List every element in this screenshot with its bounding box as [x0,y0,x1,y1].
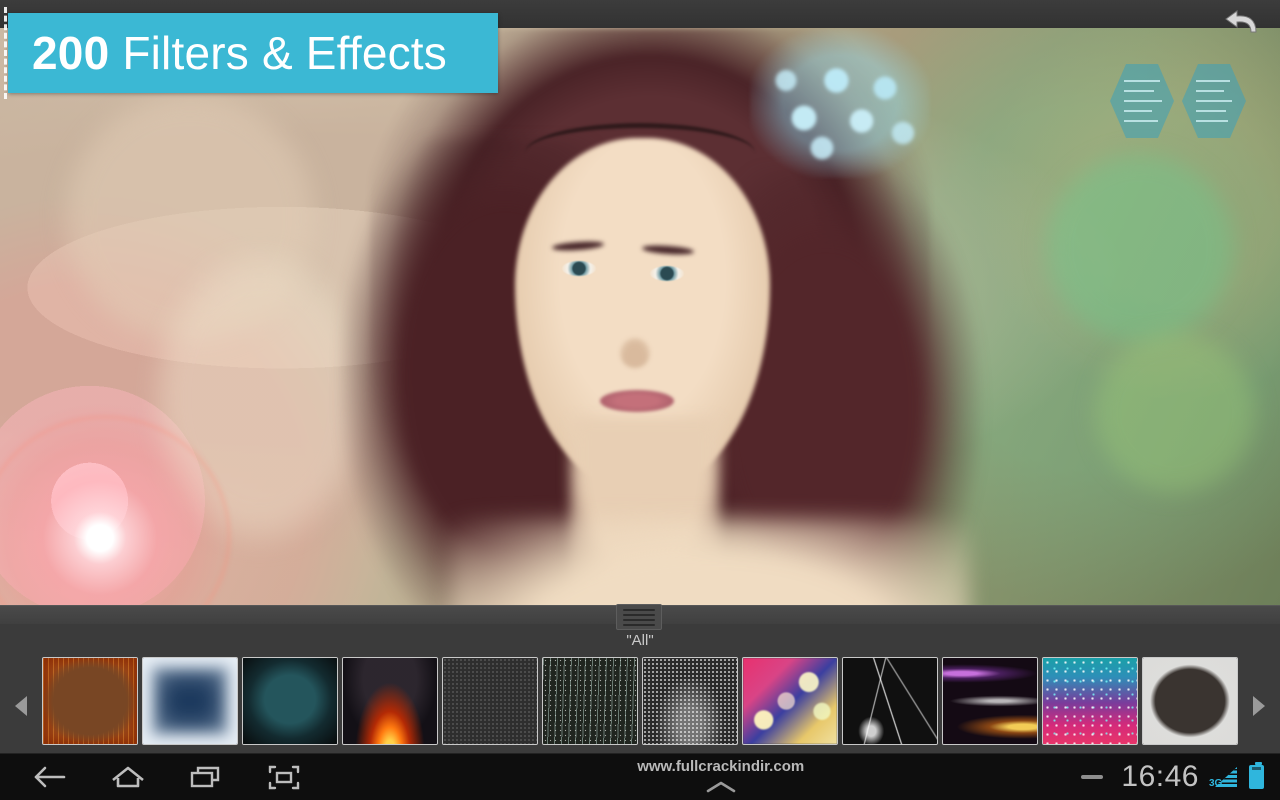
back-button[interactable] [22,757,78,797]
back-arrow-icon [34,766,66,788]
flower-hairpiece [750,28,930,178]
filter-thumb-rust-frame[interactable] [42,657,138,745]
screenshot-button[interactable] [256,757,312,797]
filter-thumb-lightning-cracks[interactable] [842,657,938,745]
filter-thumb-teal-vignette[interactable] [242,657,338,745]
banner-text: 200 Filters & Effects [8,26,447,80]
filter-thumb-rain-streaks[interactable] [542,657,638,745]
home-button[interactable] [100,757,156,797]
filter-thumb-color-bokeh[interactable] [742,657,838,745]
filter-thumb-glitter-confetti[interactable] [1042,657,1138,745]
shoulder [450,518,970,605]
edited-photo[interactable] [0,28,1280,605]
hexagon-left-icon [1110,64,1174,138]
filter-thumb-light-streaks[interactable] [942,657,1038,745]
home-icon [112,766,144,788]
network-type-label: 3G [1209,778,1223,789]
filter-thumb-ice-frame[interactable] [142,657,238,745]
chevron-up-icon [706,781,736,792]
screenshot-icon [268,765,300,790]
expand-button[interactable] [360,780,1081,794]
photo-canvas[interactable]: 200 Filters & Effects [0,0,1280,605]
undo-button[interactable] [1220,4,1264,44]
filter-panel: "All" [0,604,1280,754]
banner-count: 200 [32,27,110,79]
nose [620,338,650,368]
hexagon-right-icon [1182,64,1246,138]
site-watermark: www.fullcrackindir.com [637,757,805,775]
filter-thumbnails[interactable] [42,657,1238,745]
scroll-right-button[interactable] [1238,657,1280,754]
status-clock: 16:46 [1121,760,1199,793]
nav-buttons [0,757,360,797]
eye-left [562,261,596,276]
lips [600,390,674,412]
panel-drag-handle[interactable] [616,604,662,630]
promo-banner: 200 Filters & Effects [4,7,498,99]
hexagon-overlay [1110,58,1250,143]
recent-apps-button[interactable] [178,757,234,797]
bokeh-blob [1040,148,1240,348]
filter-category-label: "All" [626,632,654,649]
banner-label: Filters & Effects [122,27,447,79]
system-navigation-bar: www.fullcrackindir.com 16:46 3G [0,753,1280,800]
chevron-right-icon [1253,695,1265,716]
bokeh-blob [1090,328,1260,498]
battery-icon [1249,762,1264,789]
filter-thumb-grain-noise[interactable] [442,657,538,745]
banner-dashed-line [4,7,7,99]
filter-thumb-grunge-frame[interactable] [1142,657,1238,745]
scroll-left-button[interactable] [0,657,42,754]
filter-thumbnail-strip[interactable] [0,657,1280,754]
filter-thumb-dust-glow[interactable] [642,657,738,745]
network-signal-indicator: 3G [1209,765,1237,789]
filter-thumb-fire[interactable] [342,657,438,745]
minus-icon[interactable] [1081,775,1104,779]
portrait-subject [330,28,990,605]
undo-arrow-icon [1225,10,1257,33]
nav-center: www.fullcrackindir.com [360,754,1081,800]
app-root: 200 Filters & Effects "All" www.fullcrac… [0,0,1280,800]
status-area: 16:46 3G [1081,754,1280,800]
chevron-left-icon [15,695,27,716]
eye-right [650,266,684,281]
recent-apps-icon [190,766,220,788]
